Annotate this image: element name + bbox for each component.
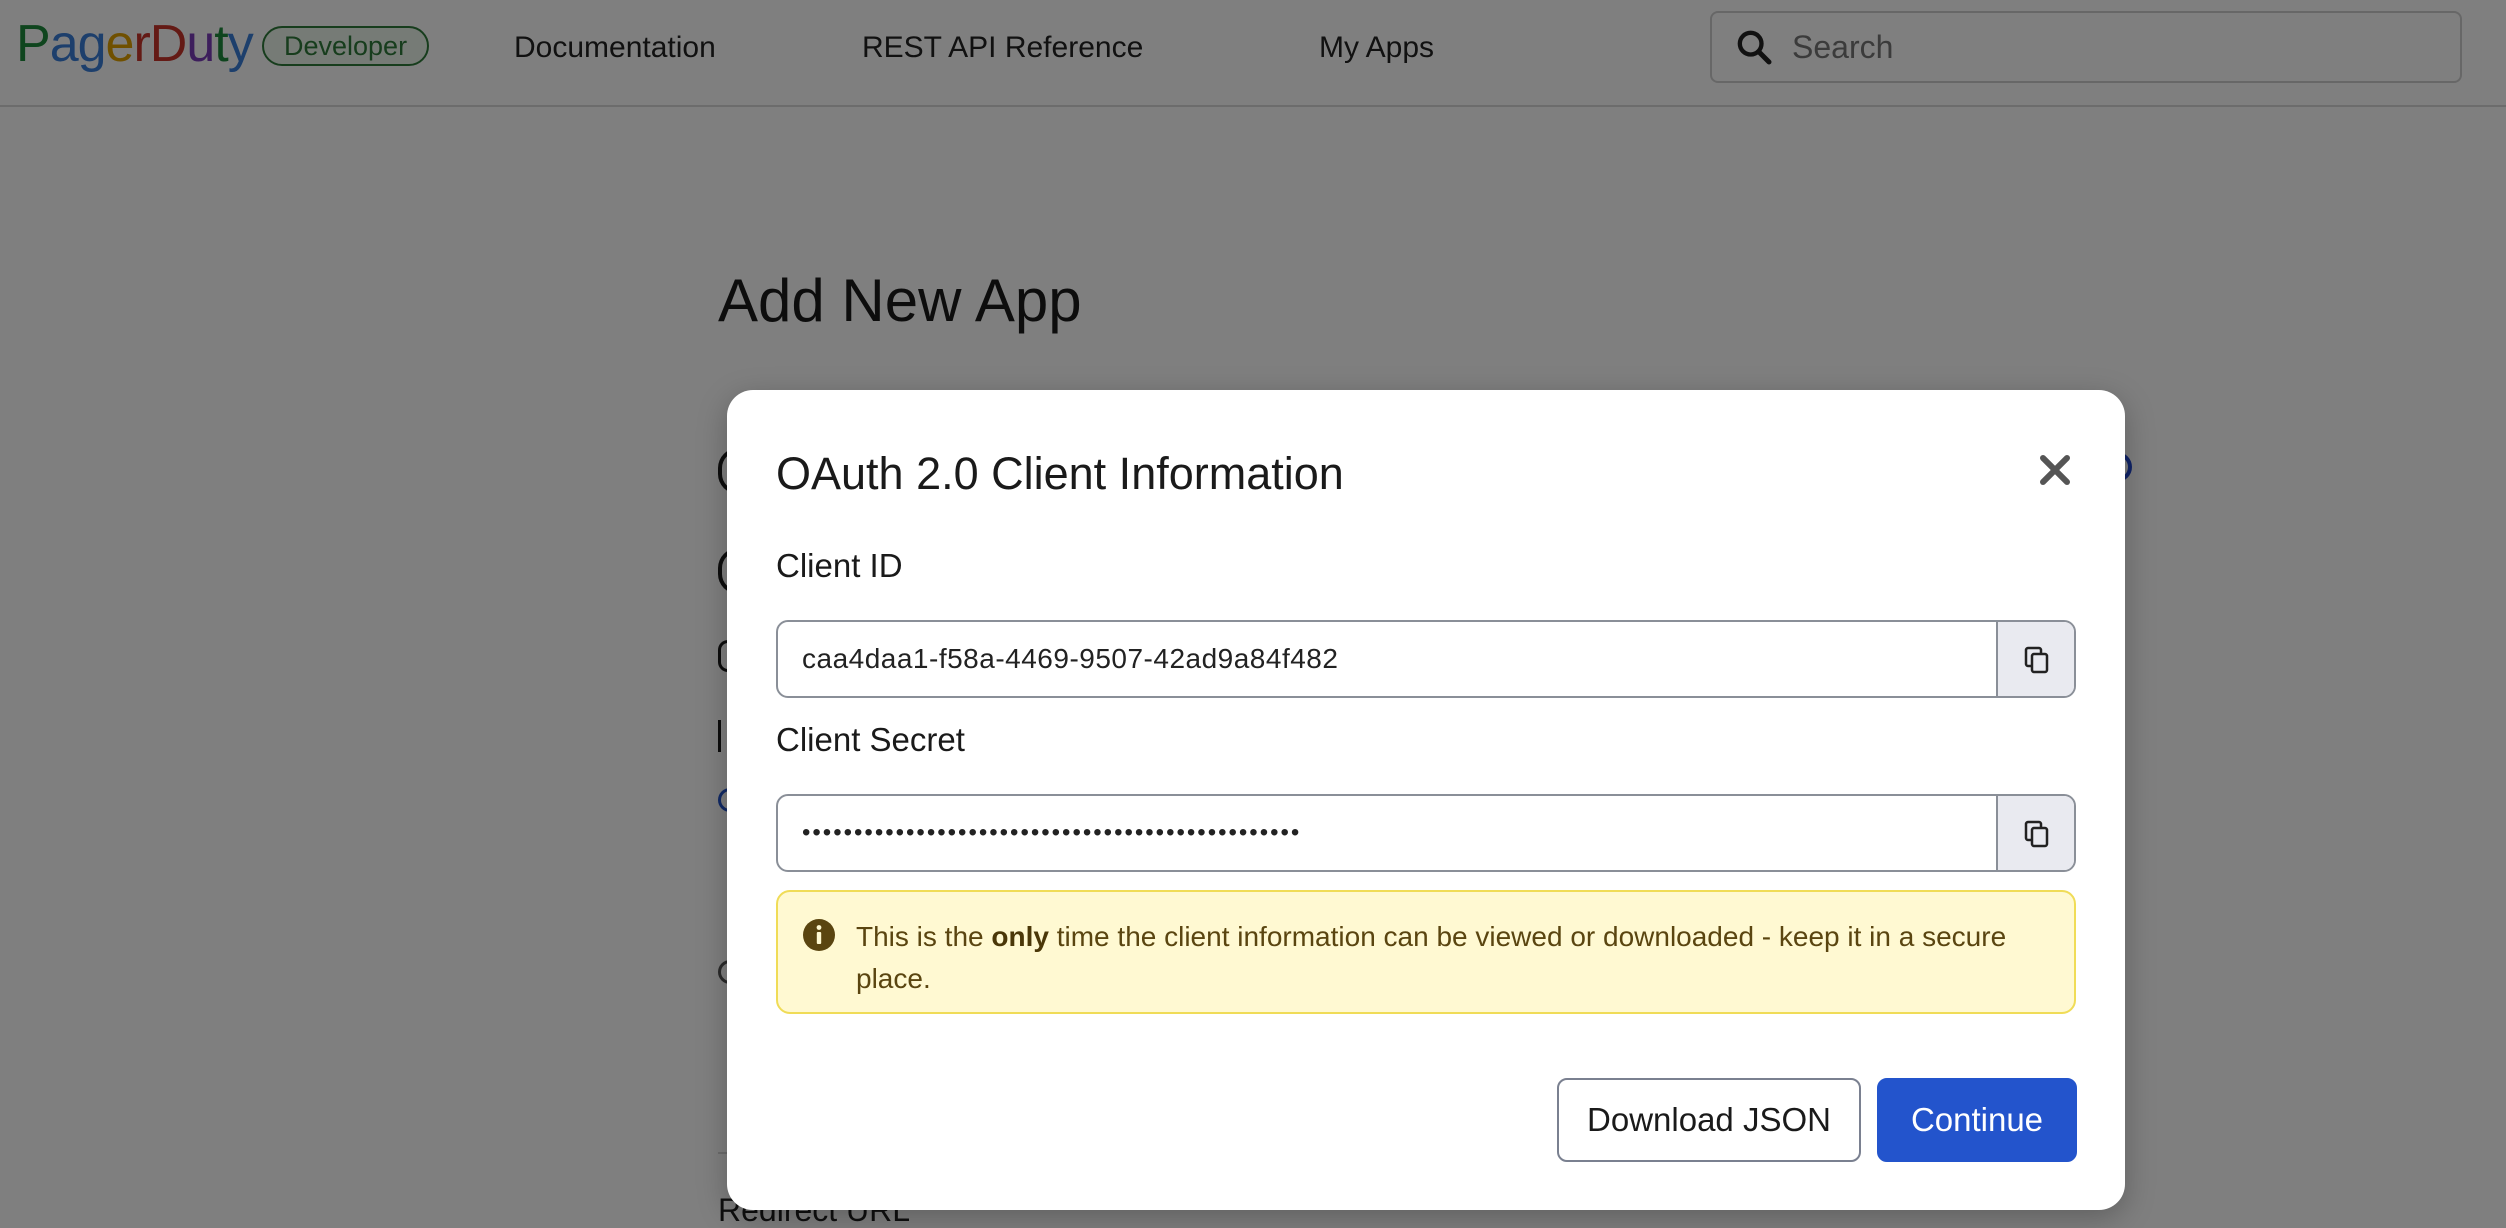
- client-id-input[interactable]: [802, 622, 1982, 696]
- client-secret-input[interactable]: [802, 796, 1982, 870]
- copy-client-id-button[interactable]: [1996, 622, 2074, 696]
- client-secret-label: Client Secret: [776, 721, 965, 758]
- oauth-client-info-dialog: OAuth 2.0 Client Information Client ID C…: [727, 390, 2125, 1210]
- modal-title: OAuth 2.0 Client Information: [776, 448, 1344, 499]
- copy-client-secret-button[interactable]: [1996, 796, 2074, 870]
- continue-button[interactable]: Continue: [1877, 1078, 2077, 1162]
- close-icon: [2040, 455, 2070, 485]
- security-warning-alert: This is the only time the client informa…: [776, 890, 2076, 1014]
- client-id-label: Client ID: [776, 547, 903, 584]
- copy-icon: [2024, 820, 2049, 848]
- client-secret-field: [776, 794, 2076, 872]
- alert-text-prefix: This is the: [856, 921, 992, 952]
- copy-icon: [2024, 646, 2049, 674]
- close-button[interactable]: [2033, 448, 2077, 492]
- alert-message: This is the only time the client informa…: [856, 916, 2026, 1000]
- client-id-field: [776, 620, 2076, 698]
- info-icon: [803, 919, 835, 951]
- alert-text-emphasis: only: [991, 921, 1049, 952]
- download-json-button[interactable]: Download JSON: [1557, 1078, 1861, 1162]
